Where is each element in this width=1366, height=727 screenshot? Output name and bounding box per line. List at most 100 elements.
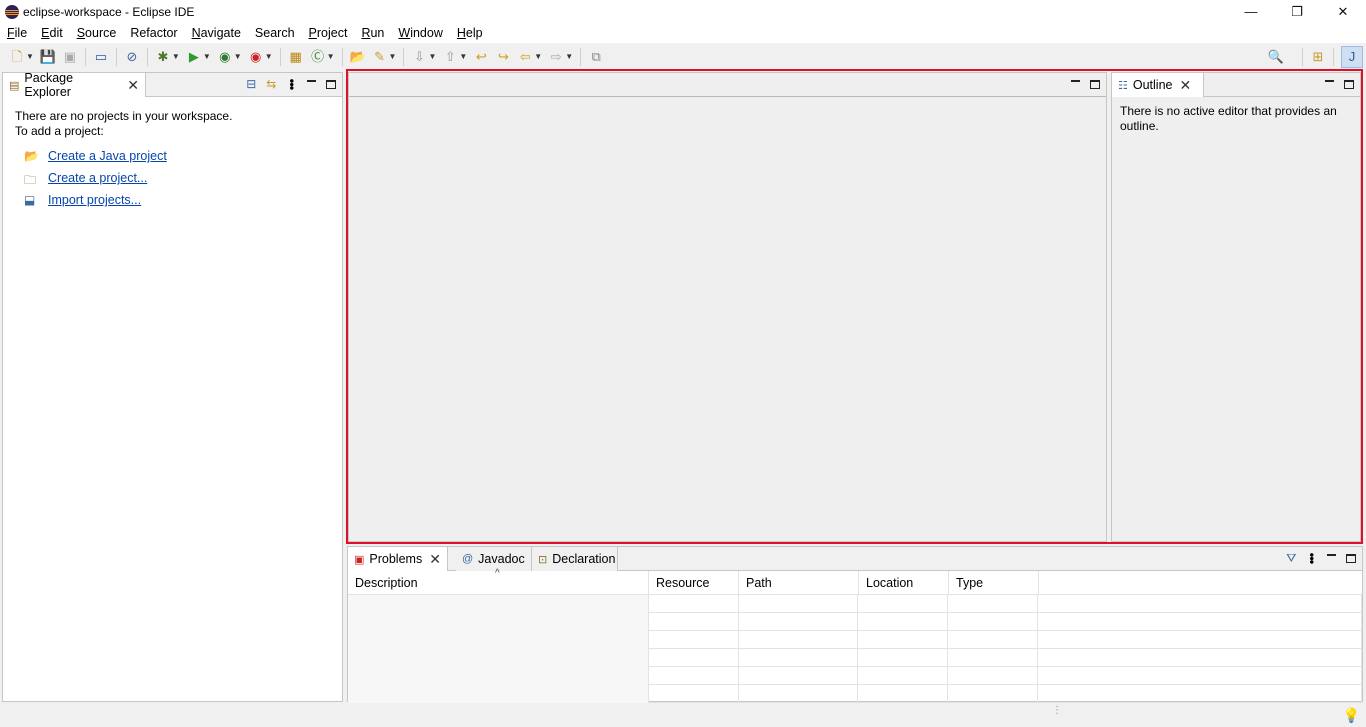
column-path[interactable]: Path bbox=[739, 571, 859, 595]
table-cell bbox=[858, 667, 949, 685]
save-icon[interactable]: 💾 bbox=[40, 49, 56, 65]
table-cell bbox=[739, 631, 859, 649]
back-dropdown-icon[interactable]: ▼ bbox=[534, 52, 542, 61]
coverage-icon[interactable]: ◉ bbox=[217, 49, 233, 65]
tab-label: Problems bbox=[369, 552, 423, 566]
debug-icon[interactable]: ✱ bbox=[155, 49, 171, 65]
column-resource[interactable]: Resource bbox=[649, 571, 739, 595]
column-label: Resource bbox=[656, 576, 710, 590]
toolbar-separator bbox=[84, 47, 86, 66]
next-annotation-icon[interactable]: ⇩ bbox=[411, 49, 427, 65]
filter-icon[interactable]: ⛛ bbox=[1286, 551, 1296, 566]
external-tools-icon[interactable]: ◉ bbox=[248, 49, 264, 65]
tab-label: Package Explorer bbox=[24, 71, 74, 99]
tab-declaration[interactable]: ⊡ Declaration bbox=[532, 547, 618, 571]
new-class-dropdown-icon[interactable]: ▼ bbox=[327, 52, 335, 61]
forward-dropdown-icon[interactable]: ▼ bbox=[565, 52, 573, 61]
restore-button[interactable]: ❐ bbox=[1274, 0, 1320, 23]
close-icon[interactable]: ✕ bbox=[127, 77, 139, 94]
forward-edit-icon[interactable]: ↪ bbox=[495, 49, 511, 65]
tab-problems[interactable]: ▣ Problems ✕ bbox=[348, 547, 448, 571]
table-cell bbox=[649, 649, 739, 667]
column-label: Path bbox=[746, 576, 772, 590]
open-perspective-icon[interactable]: ⊞ bbox=[1310, 49, 1326, 65]
link-label[interactable]: Create a Java project bbox=[48, 149, 167, 163]
table-cell bbox=[1038, 649, 1362, 667]
search-dropdown-icon[interactable]: ▼ bbox=[389, 52, 397, 61]
create-java-project-link[interactable]: 📂 Create a Java project bbox=[24, 149, 167, 163]
menu-edit[interactable]: Edit bbox=[34, 23, 70, 43]
new-java-package-icon[interactable]: ▦ bbox=[288, 49, 304, 65]
new-project-icon: 🗀 bbox=[24, 173, 37, 187]
table-cell bbox=[649, 667, 739, 685]
maximize-view-icon[interactable] bbox=[326, 79, 336, 89]
new-icon[interactable]: 🗋 bbox=[9, 49, 25, 65]
table-cell bbox=[649, 613, 739, 631]
javadoc-icon: @ bbox=[462, 553, 474, 565]
previous-annotation-icon[interactable]: ⇧ bbox=[442, 49, 458, 65]
forward-icon[interactable]: ⇨ bbox=[548, 49, 564, 65]
menu-project[interactable]: Project bbox=[302, 23, 355, 43]
menu-source[interactable]: Source bbox=[70, 23, 124, 43]
table-cell bbox=[348, 667, 649, 685]
menu-run[interactable]: Run bbox=[354, 23, 391, 43]
debug-dropdown-icon[interactable]: ▼ bbox=[172, 52, 180, 61]
maximize-view-icon[interactable] bbox=[1346, 553, 1356, 563]
import-icon: ⬓ bbox=[24, 193, 36, 207]
pin-editor-icon[interactable]: ⧉ bbox=[588, 49, 604, 65]
terminal-icon[interactable]: ▭ bbox=[93, 49, 109, 65]
minimize-view-icon[interactable] bbox=[307, 80, 316, 82]
main-toolbar: 🗋 ▼ 💾 ▣ ▭ ⊘ ✱ ▼ ▶ ▼ ◉ ▼ ◉ ▼ ▦ Ⓒ ▼ 📂 ✎ ▼ ⇩ ▼ ⇧ ▼ ↩… bbox=[0, 43, 1366, 70]
link-label[interactable]: Import projects... bbox=[48, 193, 141, 207]
toolbar-right: 🔍 ⊞ J bbox=[1265, 43, 1366, 70]
message-line-2: To add a project: bbox=[15, 124, 104, 138]
tab-javadoc[interactable]: @ Javadoc bbox=[456, 547, 532, 571]
column-description[interactable]: ^ Description bbox=[348, 568, 649, 595]
close-button[interactable]: ✕ bbox=[1320, 0, 1366, 23]
table-cell bbox=[739, 667, 859, 685]
menu-navigate[interactable]: Navigate bbox=[185, 23, 248, 43]
link-with-editor-icon[interactable]: ⇆ bbox=[266, 77, 276, 91]
table-cell bbox=[1038, 667, 1362, 685]
problems-table-header: ^ Description Resource Path Location Typ… bbox=[348, 568, 1362, 595]
back-icon[interactable]: ⇦ bbox=[517, 49, 533, 65]
new-java-project-icon: 📂 bbox=[24, 149, 39, 163]
collapse-all-icon[interactable]: ⊟ bbox=[246, 77, 256, 91]
next-annotation-dropdown-icon[interactable]: ▼ bbox=[428, 52, 436, 61]
menu-help[interactable]: Help bbox=[450, 23, 490, 43]
lightbulb-icon[interactable]: 💡 bbox=[1343, 707, 1360, 724]
java-perspective-icon[interactable]: J bbox=[1341, 45, 1363, 68]
window-controls: — ❐ ✕ bbox=[1228, 0, 1366, 23]
search-task-icon[interactable]: ✎ bbox=[372, 49, 388, 65]
minimize-button[interactable]: — bbox=[1228, 0, 1274, 23]
external-tools-dropdown-icon[interactable]: ▼ bbox=[265, 52, 273, 61]
create-project-link[interactable]: 🗀 Create a project... bbox=[24, 171, 147, 187]
problems-icon: ▣ bbox=[354, 553, 365, 566]
toolbar-separator bbox=[580, 47, 582, 66]
last-edit-location-icon[interactable]: ↩ bbox=[473, 49, 489, 65]
view-menu-icon[interactable]: ••• bbox=[1305, 553, 1320, 564]
view-menu-icon[interactable]: ••• bbox=[285, 79, 300, 90]
coverage-dropdown-icon[interactable]: ▼ bbox=[234, 52, 242, 61]
menu-window[interactable]: Window bbox=[391, 23, 449, 43]
menu-file[interactable]: File bbox=[0, 23, 34, 43]
menu-refactor[interactable]: Refactor bbox=[123, 23, 184, 43]
tab-package-explorer[interactable]: ▤ Package Explorer ✕ bbox=[3, 71, 146, 99]
save-all-icon[interactable]: ▣ bbox=[62, 49, 78, 65]
link-label[interactable]: Create a project... bbox=[48, 171, 147, 185]
import-projects-link[interactable]: ⬓ Import projects... bbox=[24, 193, 141, 207]
skip-breakpoints-icon[interactable]: ⊘ bbox=[124, 49, 140, 65]
minimize-view-icon[interactable] bbox=[1327, 554, 1336, 556]
previous-annotation-dropdown-icon[interactable]: ▼ bbox=[459, 52, 467, 61]
close-icon[interactable]: ✕ bbox=[429, 551, 441, 568]
new-java-class-icon[interactable]: Ⓒ bbox=[310, 49, 326, 65]
menu-search[interactable]: Search bbox=[248, 23, 302, 43]
open-type-icon[interactable]: 📂 bbox=[349, 49, 365, 65]
run-icon[interactable]: ▶ bbox=[186, 49, 202, 65]
new-dropdown-icon[interactable]: ▼ bbox=[26, 52, 34, 61]
column-location[interactable]: Location bbox=[859, 571, 949, 595]
run-dropdown-icon[interactable]: ▼ bbox=[203, 52, 211, 61]
search-icon[interactable]: 🔍 bbox=[1268, 49, 1284, 65]
column-type[interactable]: Type bbox=[949, 571, 1039, 595]
table-row bbox=[348, 649, 1362, 667]
